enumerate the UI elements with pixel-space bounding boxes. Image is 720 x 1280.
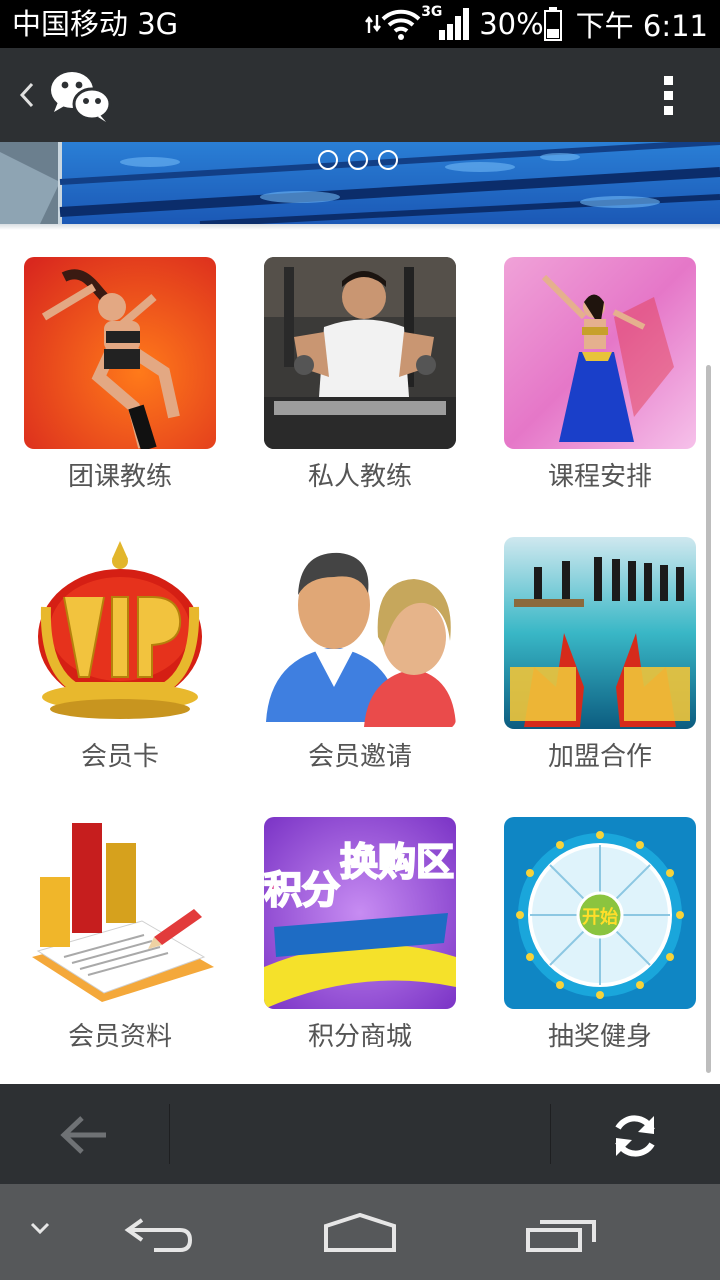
chevron-left-icon[interactable] [14,78,42,112]
grid-item-label: 私人教练 [307,462,412,492]
title-bar [0,48,720,142]
banner-divider [0,224,720,230]
carousel-dot[interactable] [318,150,338,170]
dancer-photo [24,257,216,449]
handshake-win-photo [504,537,696,729]
vip-crown [24,537,216,729]
grid-item-personal-trainer[interactable]: 私人教练 [264,257,456,492]
grid-item-label: 抽奖健身 [547,1022,652,1052]
wechat-icon[interactable] [48,68,112,124]
weightlifter-photo [264,257,456,449]
toolbar-divider [169,1104,170,1164]
points-exchange-banner: 积分 换购区 [264,817,456,1009]
toolbar-divider [550,1104,551,1164]
carousel-indicators [318,150,398,170]
grid-item-member-profile[interactable]: 会员资料 [24,817,216,1052]
recent-apps-icon[interactable] [524,1214,598,1254]
status-bar: 中国移动 3G 3G 30% 下午 6:11 [0,0,720,48]
data-transfer-icon [365,15,382,33]
grid-item-points-mall[interactable]: 积分 换购区 积分商城 [264,817,456,1052]
carousel-dot[interactable] [378,150,398,170]
grid-item-label: 会员资料 [67,1022,172,1052]
grid-item-label: 会员邀请 [307,742,412,772]
refresh-icon[interactable] [608,1110,662,1162]
arrow-left-icon[interactable] [58,1112,110,1158]
chevron-down-icon[interactable] [30,1222,50,1236]
grid-item-label: 会员卡 [80,742,159,772]
wifi-icon [381,9,421,40]
more-vertical-icon[interactable] [664,76,676,116]
grid-item-label: 积分商城 [307,1022,412,1052]
lottery-wheel: 开始 [504,817,696,1009]
grid-item-schedule[interactable]: 课程安排 [504,257,696,492]
grid-item-label: 加盟合作 [547,742,652,772]
signal-icon: 3G [421,4,471,44]
grid-item-label: 课程安排 [547,462,652,492]
notebook-chart [24,817,216,1009]
grid-item-label: 团课教练 [67,462,172,492]
home-icon[interactable] [322,1212,398,1254]
lottery-start-label: 开始 [582,906,618,928]
grid-item-member-card[interactable]: 会员卡 [24,537,216,772]
android-nav-bar [0,1184,720,1280]
battery-icon [543,7,562,41]
grid-item-group-coach[interactable]: 团课教练 [24,257,216,492]
grid-item-member-invite[interactable]: 会员邀请 [264,537,456,772]
scrollbar[interactable] [706,365,711,1073]
clock: 下午 6:11 [575,9,708,43]
carousel-dot[interactable] [348,150,368,170]
browser-toolbar [0,1084,720,1184]
battery-percent: 30% [479,7,544,41]
back-icon[interactable] [124,1214,196,1254]
belly-dancer-photo [504,257,696,449]
grid-item-partnership[interactable]: 加盟合作 [504,537,696,772]
status-indicators: 3G 30% 下午 6:11 [365,4,708,44]
points-title-line1: 积分 [264,868,340,912]
grid-item-lottery[interactable]: 开始 抽奖健身 [504,817,696,1052]
carrier-label: 中国移动 3G [12,7,179,41]
points-title-line2: 换购区 [340,840,454,884]
people-icon [264,537,456,729]
